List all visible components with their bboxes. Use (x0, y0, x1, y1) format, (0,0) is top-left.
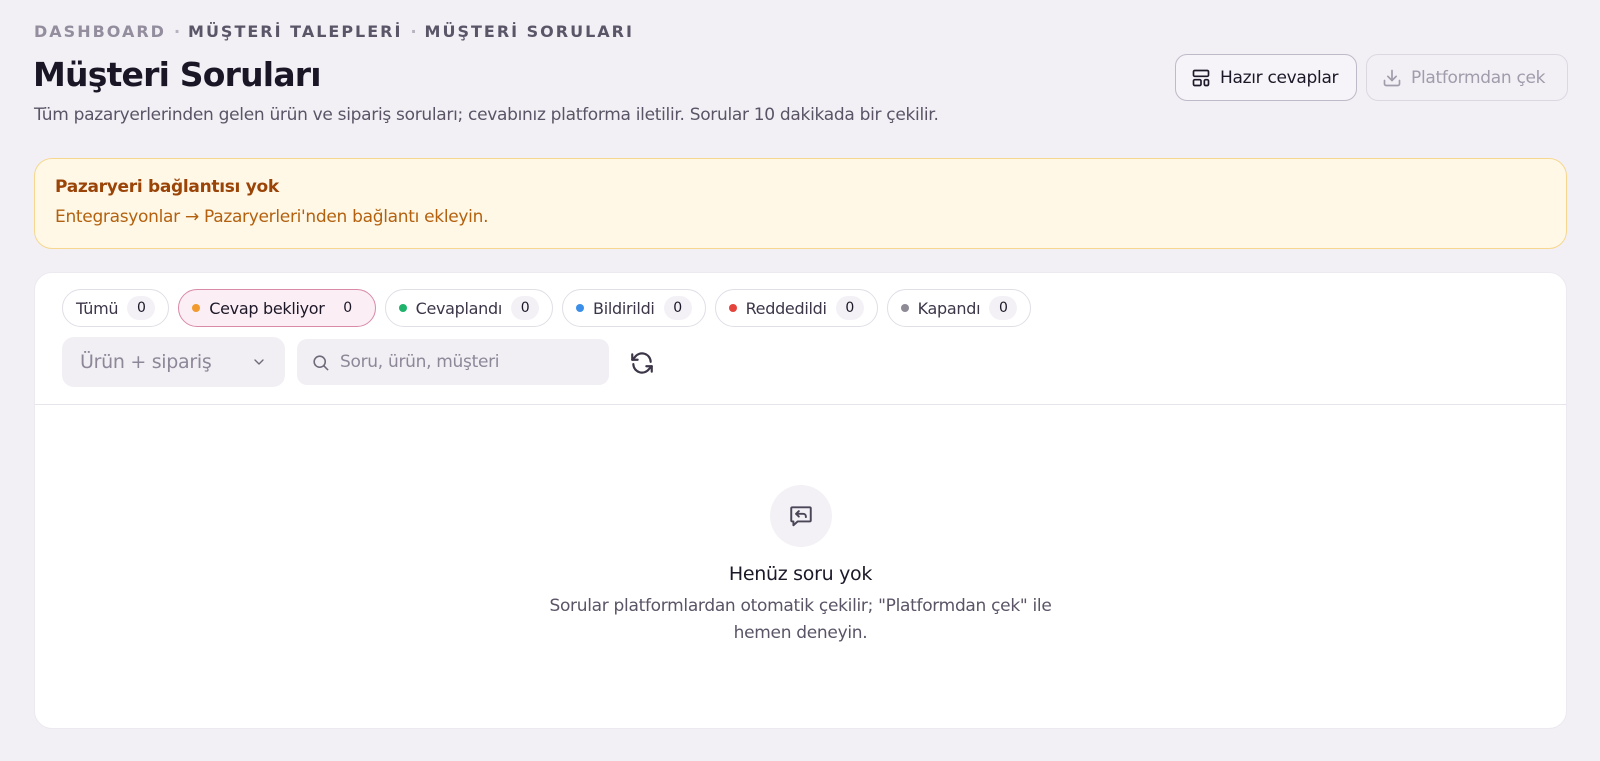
breadcrumb-item-customer-requests[interactable]: MÜŞTERİ TALEPLERİ (188, 22, 402, 41)
pull-from-platform-button[interactable]: Platformdan çek (1366, 54, 1568, 101)
filter-chip-rejected[interactable]: Reddedildi 0 (714, 289, 878, 327)
alert-body: Entegrasyonlar → Pazaryerleri'nden bağla… (55, 207, 489, 227)
breadcrumb-item-dashboard[interactable]: DASHBOARD (34, 22, 166, 41)
card-divider (35, 404, 1566, 405)
filter-chip-label: Reddedildi (745, 298, 827, 318)
status-dot-icon (576, 304, 585, 312)
empty-state-description: Sorular platformlardan otomatik çekilir;… (549, 596, 1052, 643)
filter-chip-label: Cevap bekliyor (209, 298, 325, 318)
status-dot-icon (900, 304, 909, 312)
page-subtitle: Tüm pazaryerlerinden gelen ürün ve sipar… (34, 105, 939, 125)
status-dot-icon (398, 304, 407, 312)
status-dot-icon (728, 304, 737, 312)
search-input[interactable] (340, 352, 590, 372)
breadcrumb: DASHBOARD · MÜŞTERİ TALEPLERİ · MÜŞTERİ … (34, 22, 634, 41)
refresh-icon[interactable] (629, 350, 655, 376)
alert-title: Pazaryeri bağlantısı yok (55, 177, 279, 197)
filter-chip-reported[interactable]: Bildirildi 0 (562, 289, 706, 327)
filter-chip-count: 0 (663, 296, 692, 320)
filter-chip-all[interactable]: Tümü 0 (62, 289, 170, 327)
filter-chip-awaiting-reply[interactable]: Cevap bekliyor 0 (178, 289, 376, 327)
filter-chip-closed[interactable]: Kapandı 0 (886, 289, 1032, 327)
breadcrumb-item-customer-questions: MÜŞTERİ SORULARI (424, 22, 634, 41)
empty-state-title: Henüz soru yok (728, 563, 873, 585)
search-box (297, 339, 609, 385)
chevron-down-icon (254, 359, 264, 365)
pull-from-platform-button-label: Platformdan çek (1411, 67, 1546, 88)
status-dot-icon (192, 304, 201, 312)
page-title: Müşteri Soruları (33, 55, 322, 94)
templates-button-label: Hazır cevaplar (1220, 67, 1339, 88)
filter-chip-label: Cevaplandı (415, 298, 503, 318)
filter-chip-answered[interactable]: Cevaplandı 0 (384, 289, 554, 327)
filter-chip-label: Kapandı (917, 298, 981, 318)
breadcrumb-separator: · (173, 22, 181, 41)
filter-chip-label: Tümü (76, 298, 119, 318)
status-filter-chips: Tümü 0 Cevap bekliyor 0 Cevaplandı 0 Bil… (62, 289, 1032, 327)
questions-card: Tümü 0 Cevap bekliyor 0 Cevaplandı 0 Bil… (34, 272, 1567, 729)
no-connection-alert: Pazaryeri bağlantısı yok Entegrasyonlar … (34, 158, 1567, 249)
templates-button[interactable]: Hazır cevaplar (1175, 54, 1357, 101)
question-type-select-value: Ürün + sipariş (80, 351, 212, 373)
download-icon (1383, 69, 1401, 86)
breadcrumb-separator: · (410, 22, 417, 41)
layout-template-icon (1192, 69, 1210, 86)
filter-chip-count: 0 (835, 296, 864, 320)
message-reply-icon (790, 506, 812, 527)
filter-chip-count: 0 (127, 296, 156, 320)
filter-chip-label: Bildirildi (593, 298, 655, 318)
search-icon (313, 354, 329, 370)
filter-chip-count: 0 (511, 296, 540, 320)
filter-chip-count: 0 (333, 296, 362, 320)
question-type-select[interactable]: Ürün + sipariş (62, 337, 285, 387)
filter-chip-count: 0 (989, 296, 1018, 320)
empty-state-icon-wrap (770, 485, 832, 547)
